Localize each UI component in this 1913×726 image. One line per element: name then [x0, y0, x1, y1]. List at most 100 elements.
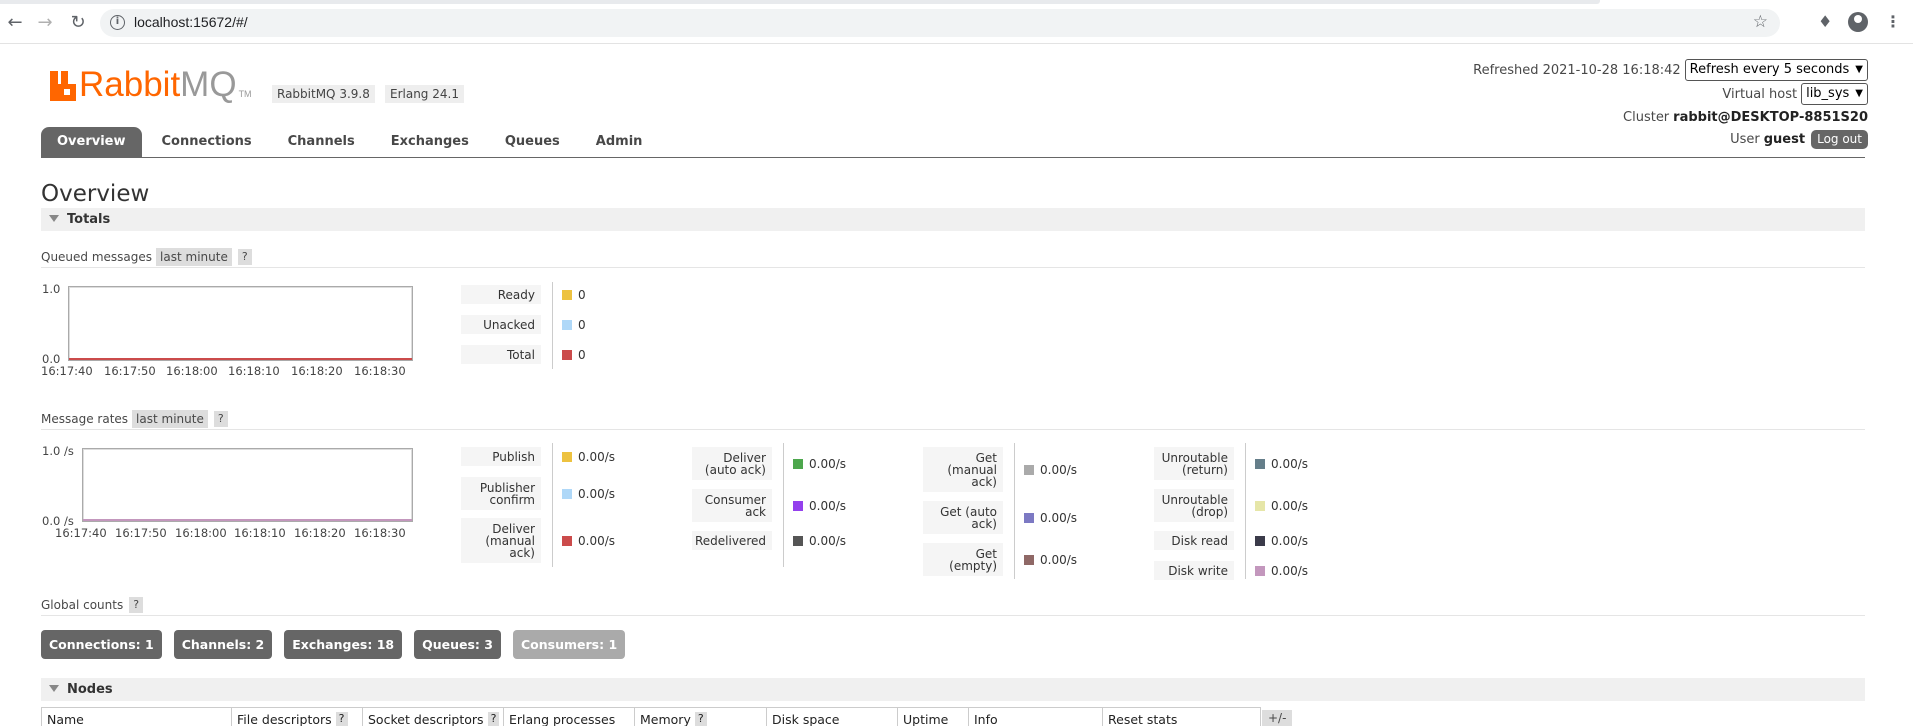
column-memory[interactable]: Memory?: [635, 708, 767, 726]
divider: [41, 267, 1865, 268]
logo-trademark: TM: [238, 89, 252, 99]
queued-messages-title: Queued messages: [41, 250, 153, 264]
x-tick: 16:18:30: [354, 526, 406, 540]
column-file-descriptors[interactable]: File descriptors?: [232, 708, 363, 726]
url-text[interactable]: localhost:15672/#/: [134, 14, 248, 30]
rates-range-selector[interactable]: last minute: [132, 410, 208, 428]
queued-help-button[interactable]: ?: [237, 249, 252, 265]
column-uptime[interactable]: Uptime: [898, 708, 969, 726]
refresh-interval-select[interactable]: Refresh every 5 seconds ▼: [1684, 59, 1868, 81]
tab-queues[interactable]: Queues: [489, 127, 576, 157]
consumer-ack-swatch: [793, 500, 803, 511]
legend-unacked: Unacked 0: [461, 315, 586, 334]
logo-text-mq: MQ: [180, 65, 237, 104]
queued-series-line: [69, 358, 412, 360]
nodes-section-toggle[interactable]: Nodes: [41, 678, 1865, 701]
global-counts-help-button[interactable]: ?: [129, 597, 144, 613]
vhost-label: Virtual host: [1722, 86, 1798, 102]
totals-section-toggle[interactable]: Totals: [41, 208, 1865, 231]
rabbitmq-logo: Rabbit MQ TM: [50, 65, 252, 105]
legend-get-empty: Get (empty) 0.00/s: [923, 543, 1077, 576]
queued-messages-chart: [68, 286, 413, 361]
nodes-table-header: Name File descriptors? Socket descriptor…: [41, 707, 1261, 726]
rates-help-button[interactable]: ?: [213, 411, 228, 427]
refreshed-label: Refreshed 2021-10-28 16:18:42: [1473, 62, 1681, 78]
deliver-auto-swatch: [793, 458, 803, 469]
total-swatch: [562, 349, 572, 360]
back-icon[interactable]: ←: [4, 11, 26, 33]
queued-range-selector[interactable]: last minute: [156, 248, 232, 266]
legend-deliver-manual: Deliver (manual ack) 0.00/s: [461, 518, 615, 563]
divider: [41, 429, 1865, 430]
columns-toggle-button[interactable]: +/-: [1262, 710, 1293, 726]
queues-count-button[interactable]: Queues: 3: [414, 630, 501, 659]
column-erlang-processes[interactable]: Erlang processes: [504, 708, 635, 726]
collapse-triangle-icon: [49, 215, 59, 222]
forward-icon[interactable]: →: [34, 11, 56, 33]
legend-total: Total 0: [461, 345, 586, 364]
legend-publisher-confirm: Publisher confirm 0.00/s: [461, 477, 615, 510]
tab-overview[interactable]: Overview: [41, 127, 142, 157]
help-button[interactable]: ?: [335, 712, 348, 726]
help-button[interactable]: ?: [487, 712, 500, 726]
puzzle-icon[interactable]: ♦: [1818, 12, 1832, 31]
global-counts: Connections: 1 Channels: 2 Exchanges: 18…: [41, 630, 637, 659]
queued-y-max: 1.0: [42, 282, 61, 296]
logout-button[interactable]: Log out: [1811, 129, 1868, 149]
tab-connections[interactable]: Connections: [146, 127, 268, 157]
account-icon[interactable]: [1848, 12, 1868, 32]
channels-count-button[interactable]: Channels: 2: [173, 630, 273, 659]
exchanges-count-button[interactable]: Exchanges: 18: [284, 630, 403, 659]
message-rates-chart: [82, 448, 413, 522]
address-bar[interactable]: i localhost:15672/#/ ☆: [100, 9, 1780, 37]
legend-consumer-ack: Consumer ack 0.00/s: [692, 489, 846, 522]
x-tick: 16:17:50: [104, 364, 156, 378]
info-icon[interactable]: i: [110, 15, 125, 30]
main-tabs: Overview Connections Channels Exchanges …: [41, 127, 662, 157]
consumer-ack-value: 0.00/s: [809, 498, 847, 513]
column-socket-descriptors[interactable]: Socket descriptors?: [363, 708, 504, 726]
x-tick: 16:18:10: [234, 526, 286, 540]
star-icon[interactable]: ☆: [1753, 12, 1768, 32]
unroutable-drop-swatch: [1255, 500, 1265, 511]
tab-divider: [41, 157, 1865, 158]
consumers-count-button[interactable]: Consumers: 1: [512, 630, 626, 659]
queued-x-axis: 16:17:40 16:17:50 16:18:00 16:18:10 16:1…: [41, 364, 417, 378]
help-button[interactable]: ?: [694, 712, 707, 726]
reload-icon[interactable]: ↻: [67, 11, 89, 33]
logo-text-rabbit: Rabbit: [79, 65, 181, 104]
connections-count-button[interactable]: Connections: 1: [41, 630, 162, 659]
get-auto-value: 0.00/s: [1040, 510, 1078, 525]
total-value: 0: [578, 347, 586, 362]
global-counts-title: Global counts: [41, 598, 124, 612]
legend-publish: Publish 0.00/s: [461, 447, 615, 466]
legend-get-manual: Get (manual ack) 0.00/s: [923, 447, 1077, 492]
tab-exchanges[interactable]: Exchanges: [375, 127, 485, 157]
disk-write-swatch: [1255, 565, 1265, 576]
message-rates-title: Message rates: [41, 412, 129, 426]
get-manual-value: 0.00/s: [1040, 462, 1078, 477]
kebab-menu-icon[interactable]: ⋮: [1885, 12, 1901, 31]
deliver-manual-value: 0.00/s: [578, 533, 616, 548]
publish-swatch: [562, 451, 572, 462]
rates-y-max: 1.0 /s: [42, 444, 74, 458]
column-disk-space[interactable]: Disk space: [767, 708, 898, 726]
global-counts-header: Global counts ?: [41, 596, 144, 614]
tab-channels[interactable]: Channels: [272, 127, 371, 157]
rates-series-line: [83, 519, 412, 521]
vhost-select[interactable]: lib_sys ▼: [1801, 83, 1868, 105]
rates-x-axis: 16:17:40 16:17:50 16:18:00 16:18:10 16:1…: [55, 526, 414, 540]
legend-disk-write: Disk write 0.00/s: [1154, 561, 1308, 580]
ready-swatch: [562, 289, 572, 300]
x-tick: 16:18:00: [166, 364, 218, 378]
column-reset-stats[interactable]: Reset stats: [1103, 708, 1260, 726]
column-name[interactable]: Name: [42, 708, 232, 726]
column-info[interactable]: Info: [969, 708, 1103, 726]
get-manual-swatch: [1024, 464, 1034, 475]
publish-value: 0.00/s: [578, 449, 616, 464]
user-name: guest: [1763, 131, 1806, 147]
message-rates-header: Message rates last minute ?: [41, 410, 228, 428]
tab-admin[interactable]: Admin: [580, 127, 659, 157]
get-empty-value: 0.00/s: [1040, 552, 1078, 567]
status-area: Refreshed 2021-10-28 16:18:42 Refresh ev…: [1473, 58, 1868, 150]
